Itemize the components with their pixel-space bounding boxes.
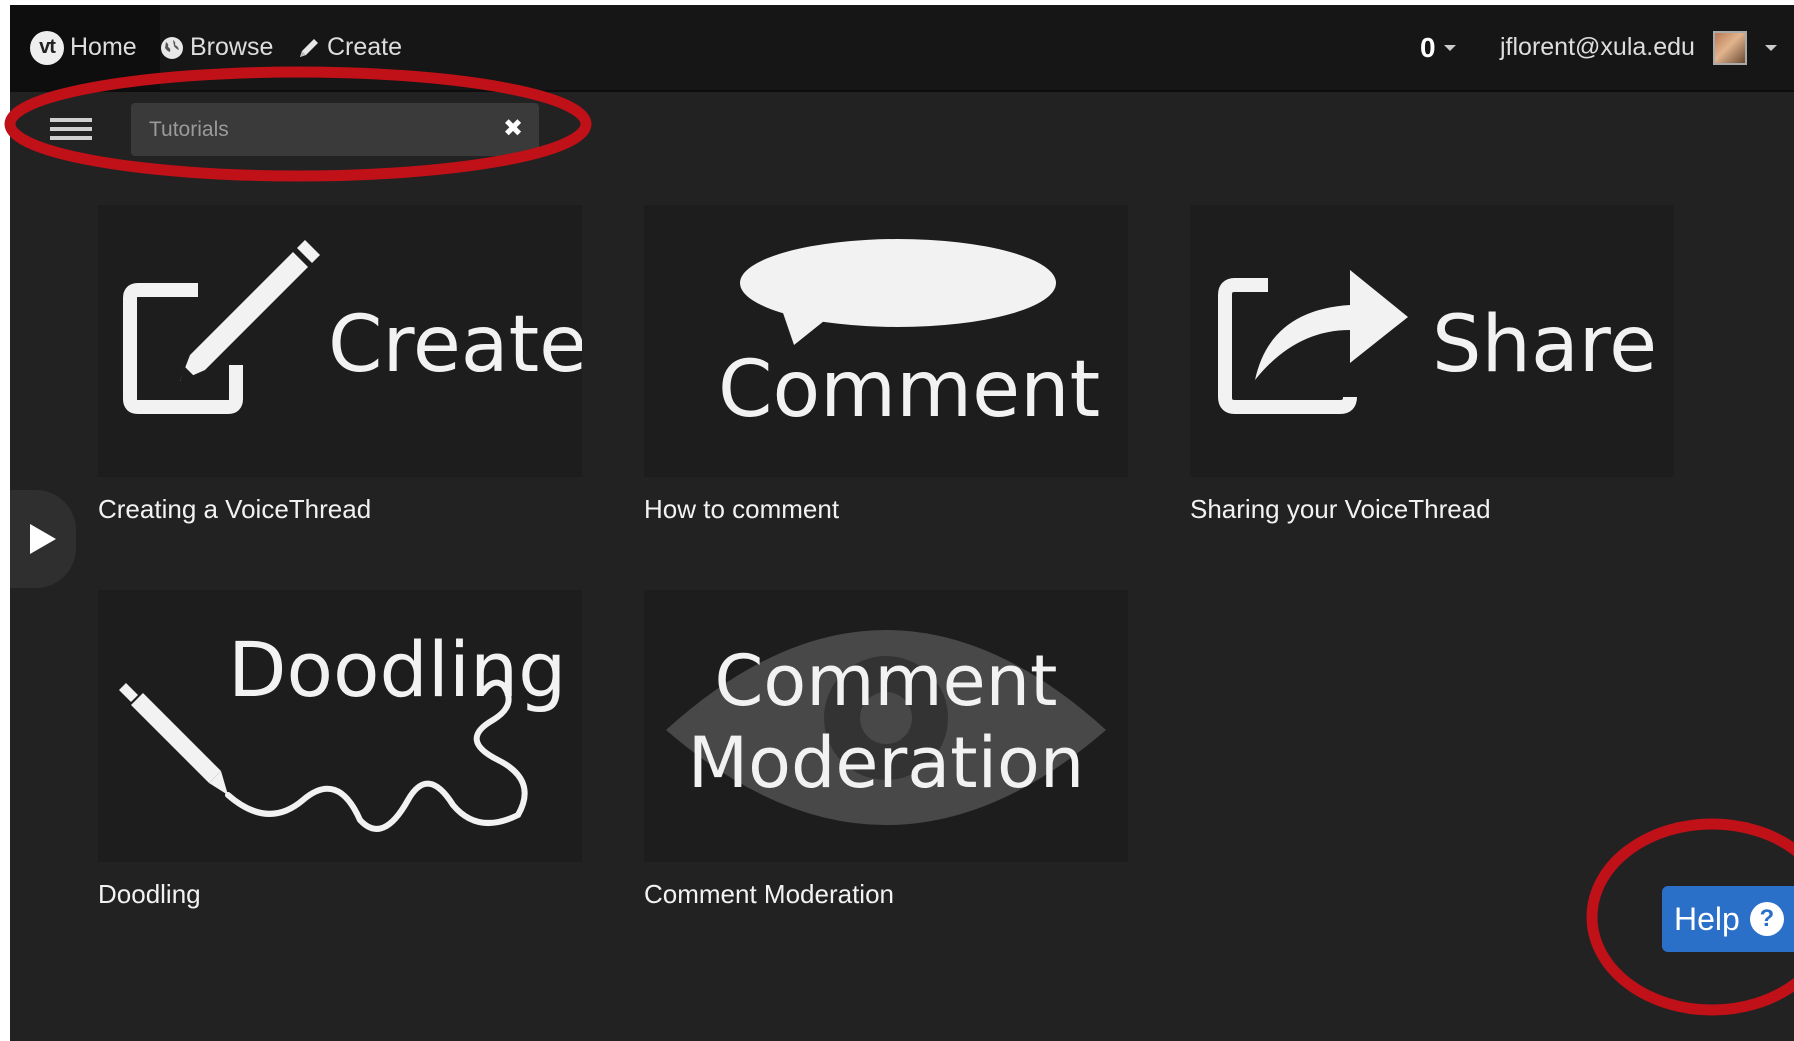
globe-icon	[161, 36, 183, 59]
help-label: Help	[1674, 900, 1740, 937]
card-creating-voicethread[interactable]: Create Creating a VoiceThread	[98, 205, 582, 525]
user-menu[interactable]: jflorent@xula.edu	[1500, 5, 1777, 90]
top-navbar: vt Home Browse Create 0 jflorent@xula.ed…	[10, 5, 1794, 92]
play-arrow-icon	[30, 524, 56, 554]
card-title[interactable]: Doodling	[98, 879, 582, 910]
clear-filter-icon[interactable]: ✖	[501, 117, 525, 141]
nav-browse-label: Browse	[190, 33, 274, 61]
card-thumbnail[interactable]: Share	[1190, 205, 1674, 477]
pencil-icon	[300, 38, 318, 57]
card-title[interactable]: Comment Moderation	[644, 879, 1128, 910]
card-thumbnail[interactable]: Comment Moderation	[644, 590, 1128, 862]
thumb-text: Share	[1432, 300, 1658, 390]
speech-bubble-icon	[740, 239, 1056, 345]
chevron-down-icon	[1764, 44, 1777, 51]
card-title[interactable]: How to comment	[644, 494, 1128, 525]
nav-home[interactable]: vt Home	[10, 5, 160, 90]
nav-home-label: Home	[70, 33, 137, 61]
thumb-text-line1: Comment	[714, 640, 1058, 722]
card-doodling[interactable]: Doodling Doodling	[98, 590, 582, 910]
card-title[interactable]: Sharing your VoiceThread	[1190, 494, 1674, 525]
filter-search-input[interactable]: Tutorials ✖	[131, 103, 539, 156]
nav-create[interactable]: Create	[297, 5, 402, 90]
notification-menu[interactable]: 0	[1420, 5, 1456, 90]
card-title[interactable]: Creating a VoiceThread	[98, 494, 582, 525]
card-sharing-voicethread[interactable]: Share Sharing your VoiceThread	[1190, 205, 1674, 525]
card-thumbnail[interactable]: Doodling	[98, 590, 582, 862]
avatar	[1712, 30, 1747, 65]
nav-create-label: Create	[327, 33, 403, 61]
card-how-to-comment[interactable]: Comment How to comment	[644, 205, 1128, 525]
help-button[interactable]: Help ?	[1662, 886, 1794, 952]
nav-browse[interactable]: Browse	[160, 5, 273, 90]
notification-count: 0	[1420, 31, 1436, 63]
thumb-text: Create	[328, 300, 582, 390]
card-comment-moderation[interactable]: Comment Moderation Comment Moderation	[644, 590, 1128, 910]
thumb-text-line2: Moderation	[687, 722, 1085, 804]
sidebar-toggle[interactable]	[10, 490, 76, 588]
thumb-text: Doodling	[228, 625, 567, 714]
card-thumbnail[interactable]: Comment	[644, 205, 1128, 477]
help-question-icon: ?	[1749, 902, 1784, 936]
chevron-down-icon	[1443, 44, 1456, 51]
hamburger-menu-icon[interactable]	[50, 118, 92, 140]
user-email: jflorent@xula.edu	[1500, 33, 1695, 61]
filter-value: Tutorials	[149, 117, 229, 141]
thumb-text: Comment	[718, 345, 1101, 435]
voicethread-logo: vt	[30, 30, 64, 65]
card-thumbnail[interactable]: Create	[98, 205, 582, 477]
voicethread-app: vt Home Browse Create 0 jflorent@xula.ed…	[10, 5, 1794, 1041]
